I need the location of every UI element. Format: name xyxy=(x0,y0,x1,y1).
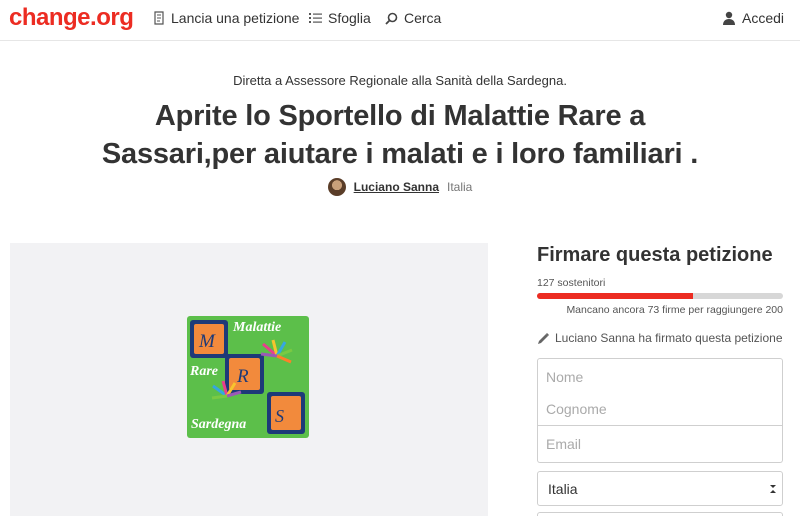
logo-word-rare: Rare xyxy=(189,364,218,379)
last-name-field[interactable]: Cognome xyxy=(537,392,783,426)
recent-signer-text: Luciano Sanna ha firmato questa petizion… xyxy=(555,331,783,345)
country-selected-value: Italia xyxy=(548,480,578,497)
signatures-remaining: Mancano ancora 73 firme per raggiungere … xyxy=(566,304,783,316)
browse-link[interactable]: Sfoglia xyxy=(309,9,371,27)
petition-media: M R S Malattie Rare Sardegna xyxy=(10,243,488,516)
sign-panel-title: Firmare questa petizione xyxy=(537,244,773,266)
logo-word-malattie: Malattie xyxy=(232,320,281,335)
country-select[interactable]: Italia xyxy=(537,471,783,506)
avatar[interactable] xyxy=(327,178,346,196)
supporters-count: 127 sostenitori xyxy=(537,277,606,289)
recent-signer-note: Luciano Sanna ha firmato questa petizion… xyxy=(537,331,783,345)
login-label: Accedi xyxy=(742,10,785,26)
logo-letter-m: M xyxy=(198,331,216,352)
top-navigation-bar: change.org Lancia una petizione Sfoglia … xyxy=(0,0,800,41)
petition-title-line-1: Aprite lo Sportello di Malattie Rare a xyxy=(154,100,646,132)
logo-letter-s: S xyxy=(275,406,284,426)
search-label: Cerca xyxy=(404,10,442,26)
petition-title-line-2: Sassari,per aiutare i malati e i loro fa… xyxy=(101,138,699,170)
start-petition-link[interactable]: Lancia una petizione xyxy=(153,9,299,27)
next-form-field[interactable] xyxy=(537,512,783,516)
change-org-logo[interactable]: change.org xyxy=(9,4,134,32)
signature-progress-fill xyxy=(537,293,694,299)
start-petition-label: Lancia una petizione xyxy=(171,10,300,26)
user-icon xyxy=(723,11,735,25)
petition-author: Luciano Sanna Italia xyxy=(0,178,800,196)
signature-progress-bar xyxy=(537,293,783,299)
email-placeholder: Email xyxy=(546,436,582,452)
pen-icon xyxy=(538,332,550,344)
malattie-rare-sardegna-logo-image: M R S Malattie Rare Sardegna xyxy=(187,316,309,438)
email-field[interactable]: Email xyxy=(537,426,783,463)
logo-letter-r: R xyxy=(236,366,249,387)
browse-label: Sfoglia xyxy=(328,10,371,26)
list-icon xyxy=(309,13,322,23)
search-link[interactable]: Cerca xyxy=(385,9,441,27)
petition-target: Diretta a Assessore Regionale alla Sanit… xyxy=(233,73,567,88)
login-link[interactable]: Accedi xyxy=(722,9,784,27)
author-name-link[interactable]: Luciano Sanna xyxy=(354,180,439,194)
first-name-field[interactable]: Nome xyxy=(537,358,783,396)
select-caret-icon xyxy=(770,485,776,493)
logo-word-sardegna: Sardegna xyxy=(191,417,246,432)
last-name-placeholder: Cognome xyxy=(546,400,607,417)
search-icon xyxy=(385,12,398,25)
author-country: Italia xyxy=(447,180,473,194)
petition-document-icon xyxy=(154,11,164,25)
first-name-placeholder: Nome xyxy=(546,369,584,385)
petition-title: Aprite lo Sportello di Malattie Rare a S… xyxy=(60,97,740,173)
